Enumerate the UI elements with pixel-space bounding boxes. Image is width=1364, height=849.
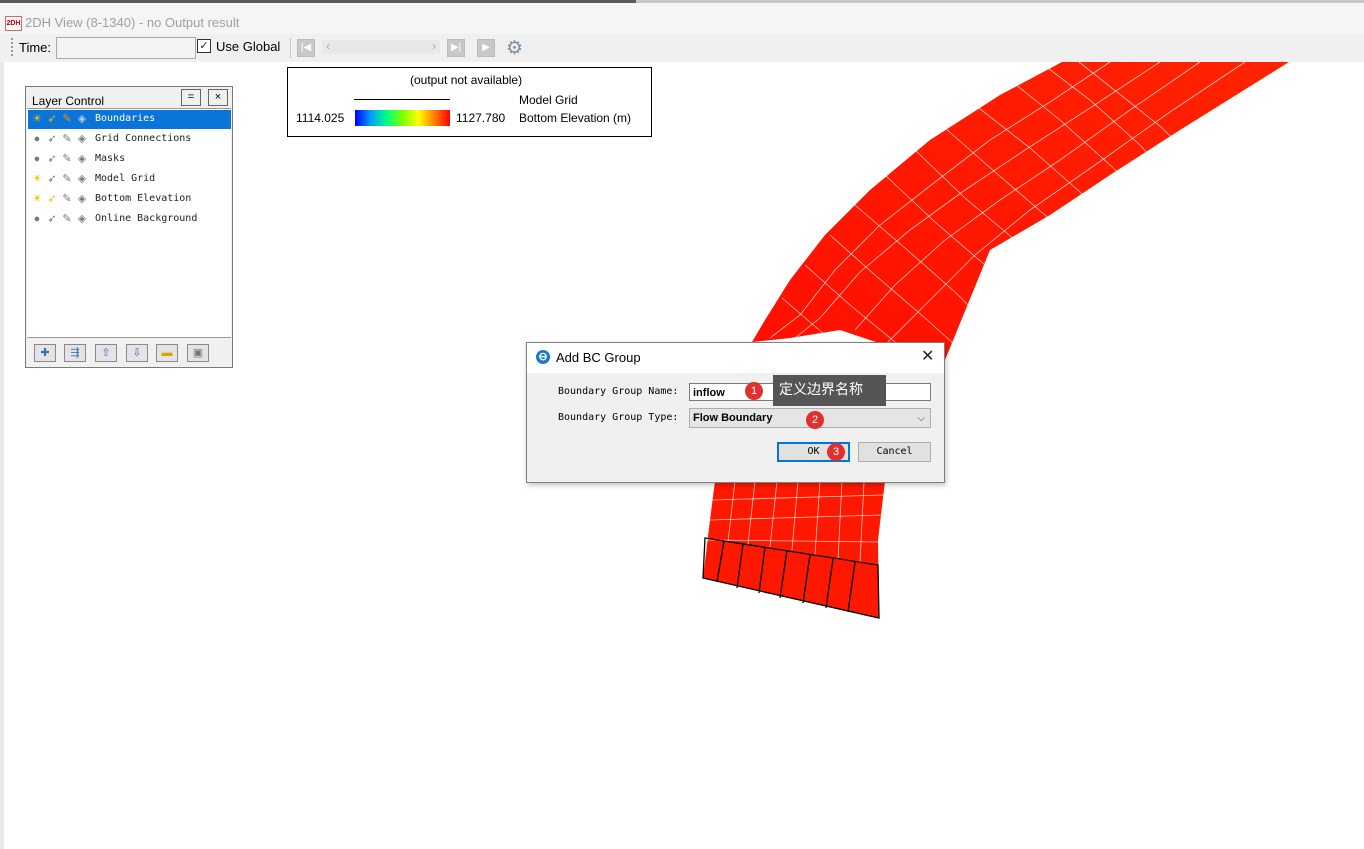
edit-pencil-icon[interactable]: ✎ (60, 172, 74, 187)
label-tag-icon[interactable]: ◈ (75, 112, 89, 127)
layer-row-masks[interactable]: ● ➶ ✎ ◈ Masks (28, 150, 231, 169)
move-down-icon[interactable]: ⇩ (126, 344, 148, 362)
dialog-app-icon: ⊖ (536, 350, 550, 364)
open-folder-icon[interactable]: ▬ (156, 344, 178, 362)
chevron-down-icon: ⌵ (917, 413, 925, 424)
legend-grid-line-swatch (354, 99, 450, 100)
move-up-icon[interactable]: ⇧ (95, 344, 117, 362)
select-arrow-icon[interactable]: ➶ (45, 172, 59, 187)
layer-label: Masks (95, 153, 126, 164)
layer-list: ☀ ➶ ✎ ◈ Boundaries ● ➶ ✎ ◈ Grid Connections ● ➶… (27, 108, 231, 338)
legend-status: (output not available) (410, 73, 523, 87)
visibility-bulb-icon[interactable]: ☀ (30, 192, 44, 207)
legend-grid-label: Model Grid (519, 93, 578, 107)
group-type-value: Flow Boundary (693, 412, 773, 424)
cancel-button[interactable]: Cancel (858, 442, 931, 462)
layer-tools: ☀ ➶ ✎ ◈ (30, 112, 92, 127)
label-tag-icon[interactable]: ◈ (75, 132, 89, 147)
layer-row-bottom-elevation[interactable]: ☀ ➶ ✎ ◈ Bottom Elevation (28, 190, 231, 209)
mesh-upper-channel (752, 62, 1289, 360)
legend-min-value: 1114.025 (296, 111, 345, 125)
legend-max-value: 1127.780 (456, 111, 506, 125)
layer-control-panel: Layer Control = × ☀ ➶ ✎ ◈ Boundaries ● ➶ ✎ ◈ G… (25, 86, 233, 368)
group-name-label: Boundary Group Name: (558, 386, 679, 397)
visibility-bulb-icon[interactable]: ☀ (30, 172, 44, 187)
dialog-title: Add BC Group (556, 350, 641, 365)
visibility-bulb-icon[interactable]: ● (30, 212, 44, 227)
layer-label: Online Background (95, 213, 198, 224)
edit-pencil-icon[interactable]: ✎ (60, 192, 74, 207)
group-type-label: Boundary Group Type: (558, 412, 679, 423)
dialog-header: ⊖ Add BC Group ✕ (527, 343, 944, 373)
save-icon[interactable]: ▣ (187, 344, 209, 362)
select-arrow-icon[interactable]: ➶ (45, 112, 59, 127)
visibility-bulb-icon[interactable]: ● (30, 152, 44, 167)
layer-row-online-background[interactable]: ● ➶ ✎ ◈ Online Background (28, 210, 231, 229)
color-legend: (output not available) Model Grid 1114.0… (287, 67, 652, 137)
edit-pencil-icon[interactable]: ✎ (60, 152, 74, 167)
select-arrow-icon[interactable]: ➶ (45, 192, 59, 207)
layer-panel-close-button[interactable]: × (208, 89, 228, 106)
mesh-lower-channel (703, 481, 885, 618)
layer-label: Boundaries (95, 113, 156, 124)
import-layer-icon[interactable]: ⇶ (64, 344, 86, 362)
label-tag-icon[interactable]: ◈ (75, 192, 89, 207)
annotation-marker-3: 3 (827, 443, 845, 461)
layer-row-grid-connections[interactable]: ● ➶ ✎ ◈ Grid Connections (28, 130, 231, 149)
annotation-marker-1: 1 (745, 382, 763, 400)
label-tag-icon[interactable]: ◈ (75, 212, 89, 227)
edit-pencil-icon[interactable]: ✎ (60, 112, 74, 127)
dock-button[interactable]: = (181, 89, 201, 106)
edit-pencil-icon[interactable]: ✎ (60, 212, 74, 227)
label-tag-icon[interactable]: ◈ (75, 172, 89, 187)
add-layer-icon[interactable]: ✚ (34, 344, 56, 362)
layer-tools: ☀ ➶ ✎ ◈ (30, 172, 92, 187)
legend-variable-label: Bottom Elevation (m) (519, 111, 632, 125)
visibility-bulb-icon[interactable]: ● (30, 132, 44, 147)
edit-pencil-icon[interactable]: ✎ (60, 132, 74, 147)
layer-label: Model Grid (95, 173, 156, 184)
layer-tools: ☀ ➶ ✎ ◈ (30, 192, 92, 207)
dialog-close-button[interactable]: ✕ (921, 346, 934, 366)
layer-row-model-grid[interactable]: ☀ ➶ ✎ ◈ Model Grid (28, 170, 231, 189)
layer-label: Grid Connections (95, 133, 192, 144)
layer-tools: ● ➶ ✎ ◈ (30, 152, 92, 167)
select-arrow-icon[interactable]: ➶ (45, 212, 59, 227)
layer-control-title: Layer Control (32, 94, 105, 108)
layer-tools: ● ➶ ✎ ◈ (30, 132, 92, 147)
layer-tools: ● ➶ ✎ ◈ (30, 212, 92, 227)
add-bc-group-dialog: ⊖ Add BC Group ✕ Boundary Group Name: in… (526, 342, 945, 483)
annotation-tooltip: 定义边界名称 (773, 375, 886, 406)
select-arrow-icon[interactable]: ➶ (45, 132, 59, 147)
layer-row-boundaries[interactable]: ☀ ➶ ✎ ◈ Boundaries (28, 110, 231, 129)
visibility-bulb-icon[interactable]: ☀ (30, 112, 44, 127)
layer-label: Bottom Elevation (95, 193, 192, 204)
select-arrow-icon[interactable]: ➶ (45, 152, 59, 167)
label-tag-icon[interactable]: ◈ (75, 152, 89, 167)
annotation-marker-2: 2 (806, 411, 824, 429)
legend-colorbar (355, 110, 450, 126)
